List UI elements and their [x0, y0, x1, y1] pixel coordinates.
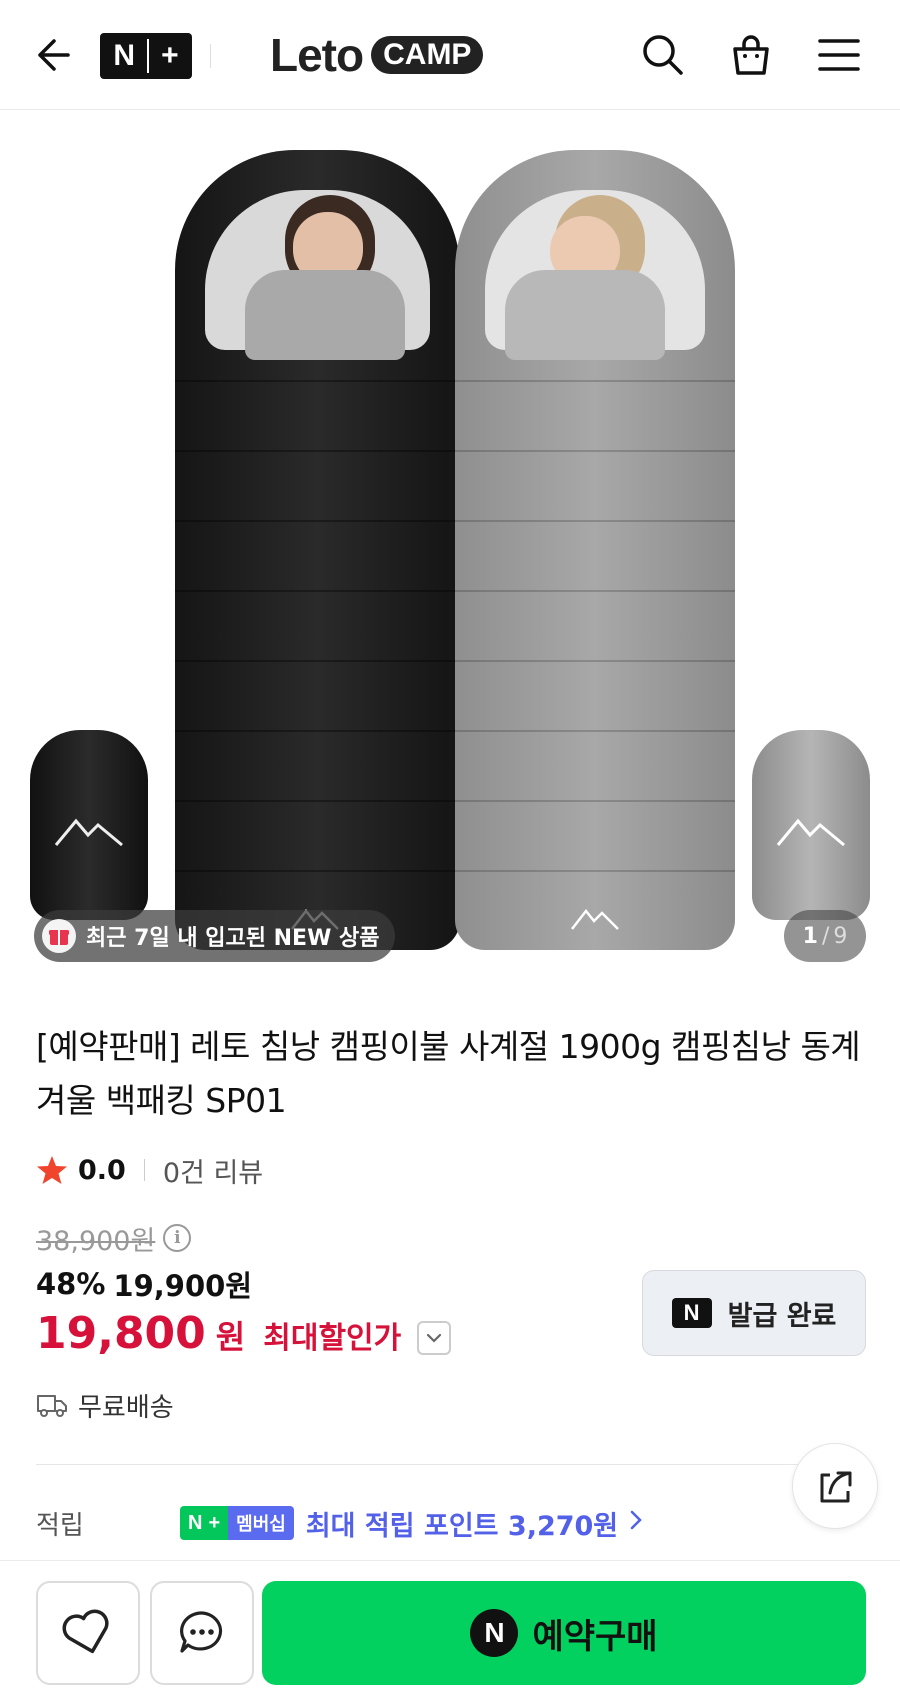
discount-rate: 48% — [36, 1267, 106, 1301]
best-price-label: 최대할인가 — [263, 1321, 402, 1356]
mountain-logo-icon — [571, 908, 619, 930]
shipping-text: 무료배송 — [78, 1392, 174, 1423]
quilt-line — [455, 730, 735, 732]
coupon-label: 발급 완료 — [727, 1300, 837, 1332]
man-body — [245, 270, 405, 360]
logo-leto-text: Leto — [270, 29, 364, 81]
quilt-line — [455, 450, 735, 452]
quilt-line — [455, 590, 735, 592]
quilt-line — [175, 870, 460, 872]
rating-divider — [143, 1159, 145, 1181]
sale-price-row: 48% 19,900원 — [36, 1264, 252, 1304]
woman-body — [505, 270, 665, 360]
reserve-purchase-button[interactable]: N 예약구매 — [262, 1581, 866, 1685]
quilt-line — [455, 870, 735, 872]
points-row[interactable]: 적립 N + 멤버십 최대 적립 포인트 3,270원 — [36, 1502, 644, 1544]
naver-n-icon: N — [671, 1298, 712, 1328]
back-arrow-icon — [38, 39, 70, 71]
original-price-row: 38,900원 i — [36, 1218, 192, 1258]
rating-score: 0.0 — [78, 1154, 126, 1186]
star-icon — [37, 1156, 67, 1184]
naver-plus-membership-badge: N + 멤버십 — [180, 1506, 294, 1540]
product-title: [예약판매] 레토 침낭 캠핑이불 사계절 1900g 캠핑침낭 동계 겨울 백… — [36, 1027, 861, 1120]
quilt-line — [175, 450, 460, 452]
back-button[interactable] — [30, 33, 74, 77]
truck-icon — [37, 1395, 67, 1417]
header-divider — [210, 44, 211, 68]
sale-price: 19,900원 — [113, 1269, 253, 1303]
points-label: 적립 — [36, 1510, 84, 1541]
membership-n: N — [188, 1511, 203, 1534]
coupon-issued-button[interactable]: N 발급 완료 — [642, 1270, 866, 1356]
search-button[interactable] — [636, 28, 690, 82]
nplus-n: N — [113, 39, 136, 72]
nplus-separator — [147, 39, 150, 73]
mountain-logo-icon — [776, 818, 845, 847]
sleeping-bag-black-image — [175, 150, 460, 950]
nplus-plus: + — [161, 39, 179, 72]
best-price-row[interactable]: 19,800 원 최대할인가 — [36, 1308, 452, 1368]
membership-plus: + — [208, 1511, 221, 1534]
max-points-text: 최대 적립 포인트 3,270원 — [305, 1510, 619, 1542]
hamburger-menu-icon — [818, 39, 860, 71]
wishlist-button[interactable] — [36, 1581, 140, 1685]
quilt-line — [455, 800, 735, 802]
chevron-right-icon — [628, 1508, 644, 1538]
chevron-down-icon[interactable] — [417, 1321, 452, 1355]
best-price: 19,800 — [36, 1308, 206, 1359]
share-icon — [820, 1471, 852, 1503]
menu-button[interactable] — [812, 28, 866, 82]
gift-icon — [42, 919, 76, 953]
info-icon[interactable]: i — [163, 1224, 192, 1252]
rating-row[interactable]: 0.0 0건 리뷰 — [36, 1150, 263, 1190]
pager-total: 9 — [833, 923, 848, 949]
talk-chat-button[interactable] — [150, 1581, 254, 1685]
store-logo[interactable]: Leto CAMP — [270, 29, 484, 81]
quilt-line — [175, 800, 460, 802]
quilt-line — [175, 380, 460, 382]
search-icon — [643, 35, 683, 75]
bottom-action-bar: N 예약구매 — [0, 1560, 900, 1708]
quilt-line — [175, 660, 460, 662]
sleeping-bag-gray-image — [455, 150, 735, 950]
best-price-unit: 원 — [215, 1318, 246, 1356]
logo-camp-text: CAMP — [371, 36, 484, 74]
product-image-carousel[interactable]: 최근 7일 내 입고된 NEW 상품 1 / 9 — [0, 110, 900, 970]
reserve-purchase-label: 예약구매 — [532, 1616, 658, 1657]
heart-icon — [62, 1609, 109, 1654]
original-price: 38,900원 — [36, 1225, 156, 1257]
quilt-line — [175, 520, 460, 522]
share-button[interactable] — [792, 1443, 878, 1529]
new-arrival-badge: 최근 7일 내 입고된 NEW 상품 — [34, 910, 396, 962]
quilt-line — [175, 590, 460, 592]
image-pager: 1 / 9 — [784, 910, 866, 962]
naver-plus-store-badge[interactable]: N + — [100, 33, 192, 79]
stuff-sack-black-image — [30, 730, 148, 920]
pager-current: 1 — [802, 923, 818, 949]
review-count-link[interactable]: 0건 리뷰 — [163, 1151, 263, 1190]
mountain-logo-icon — [54, 818, 123, 847]
quilt-line — [455, 520, 735, 522]
cart-button[interactable] — [724, 28, 778, 82]
quilt-line — [455, 660, 735, 662]
top-app-bar: N + Leto CAMP — [0, 0, 900, 110]
quilt-line — [455, 380, 735, 382]
shopping-bag-icon — [733, 35, 769, 75]
membership-label: 멤버십 — [228, 1506, 294, 1540]
shipping-row: 무료배송 — [36, 1385, 174, 1425]
naver-pay-n-icon: N — [470, 1609, 519, 1657]
stuff-sack-gray-image — [752, 730, 870, 920]
section-divider — [36, 1464, 830, 1465]
membership-np: N + — [180, 1506, 229, 1540]
chat-bubble-icon — [180, 1611, 223, 1653]
pager-separator: / — [821, 923, 830, 949]
quilt-line — [175, 730, 460, 732]
new-arrival-text: 최근 7일 내 입고된 NEW 상품 — [86, 926, 380, 951]
